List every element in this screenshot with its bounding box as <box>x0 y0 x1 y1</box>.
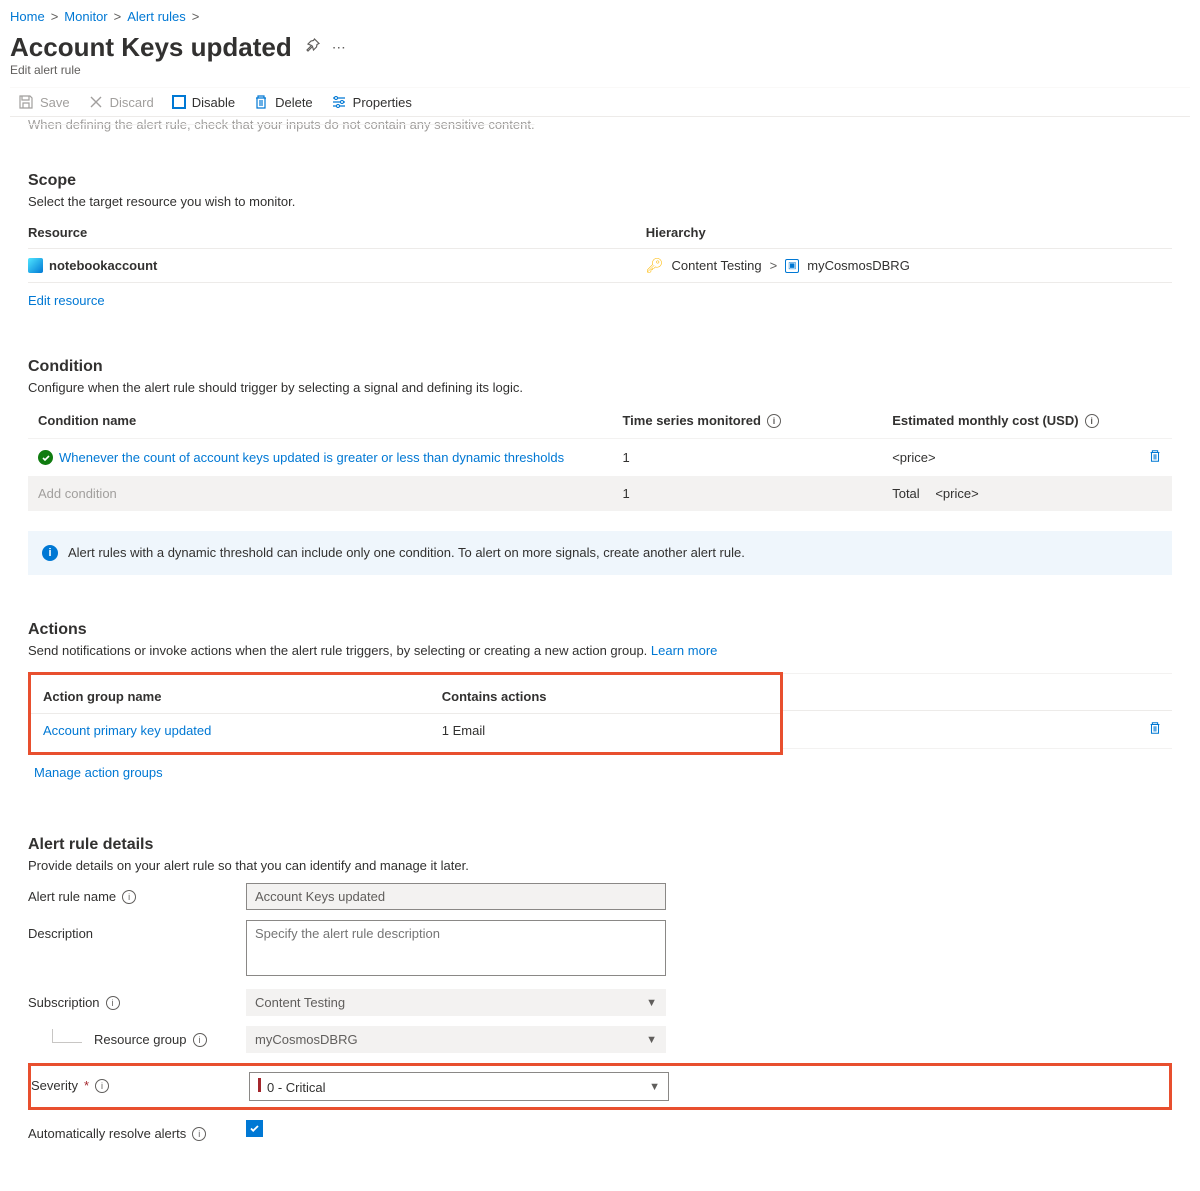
add-condition-disabled: Add condition <box>38 486 622 501</box>
col-action-group-name: Action group name <box>43 689 442 704</box>
tree-connector-icon <box>52 1029 82 1043</box>
page-title: Account Keys updated <box>10 32 292 63</box>
delete-button[interactable]: Delete <box>253 94 313 110</box>
manage-action-groups-link[interactable]: Manage action groups <box>34 765 163 780</box>
condition-total-label: Total <box>892 486 919 501</box>
info-icon[interactable]: i <box>95 1079 109 1093</box>
condition-desc: Configure when the alert rule should tri… <box>28 380 1172 395</box>
resource-name: notebookaccount <box>49 258 157 273</box>
chevron-right-icon: > <box>114 9 122 24</box>
severity-label: Severity <box>31 1078 78 1093</box>
check-circle-icon <box>38 450 53 465</box>
required-indicator: * <box>84 1078 89 1093</box>
col-hierarchy: Hierarchy <box>646 217 1172 249</box>
chevron-right-icon: > <box>51 9 59 24</box>
description-label: Description <box>28 926 93 941</box>
info-icon[interactable]: i <box>122 890 136 904</box>
page-subtitle: Edit alert rule <box>10 63 1190 77</box>
scope-table: Resource Hierarchy notebookaccount 🔑︎ <box>28 217 1172 283</box>
chevron-down-icon: ▼ <box>649 1081 660 1093</box>
col-estimated-cost: Estimated monthly cost (USD) <box>892 413 1078 428</box>
truncated-info: When defining the alert rule, check that… <box>28 117 535 132</box>
details-heading: Alert rule details <box>28 836 1172 854</box>
condition-total-cost: <price> <box>935 486 978 501</box>
actions-desc: Send notifications or invoke actions whe… <box>28 643 1172 658</box>
actions-heading: Actions <box>28 621 1172 639</box>
info-icon[interactable]: i <box>106 996 120 1010</box>
learn-more-link[interactable]: Learn more <box>651 643 717 658</box>
disable-button[interactable]: Disable <box>172 95 235 110</box>
breadcrumb-home[interactable]: Home <box>10 9 45 24</box>
alert-rule-name-field <box>246 883 666 910</box>
severity-select[interactable]: 0 - Critical ▼ <box>249 1072 669 1101</box>
key-icon: 🔑︎ <box>646 257 664 274</box>
auto-resolve-label: Automatically resolve alerts <box>28 1126 186 1141</box>
trash-icon <box>253 94 269 110</box>
chevron-down-icon: ▼ <box>646 997 657 1009</box>
subscription-label: Subscription <box>28 995 100 1010</box>
subscription-select: Content Testing ▼ <box>246 989 666 1016</box>
resource-group-select: myCosmosDBRG ▼ <box>246 1026 666 1053</box>
save-icon <box>18 94 34 110</box>
sliders-icon <box>331 94 347 110</box>
info-icon[interactable]: i <box>1085 414 1099 428</box>
col-contains-actions: Contains actions <box>442 689 768 704</box>
delete-condition-button[interactable] <box>1148 451 1162 466</box>
condition-heading: Condition <box>28 358 1172 376</box>
chevron-down-icon: ▼ <box>646 1034 657 1046</box>
details-desc: Provide details on your alert rule so th… <box>28 858 1172 873</box>
alert-rule-name-label: Alert rule name <box>28 889 116 904</box>
close-icon <box>88 94 104 110</box>
info-icon[interactable]: i <box>193 1033 207 1047</box>
hierarchy-resource-group: myCosmosDBRG <box>807 258 910 273</box>
auto-resolve-checkbox[interactable] <box>246 1120 263 1137</box>
breadcrumb-alert-rules[interactable]: Alert rules <box>127 9 186 24</box>
col-resource: Resource <box>28 217 646 249</box>
action-group-link[interactable]: Account primary key updated <box>43 723 211 738</box>
square-icon <box>172 95 186 109</box>
severity-color-icon <box>258 1078 261 1092</box>
cosmos-db-icon <box>28 258 43 273</box>
info-banner: i Alert rules with a dynamic threshold c… <box>28 531 1172 575</box>
condition-cost-value: <price> <box>892 450 1139 465</box>
description-field[interactable] <box>246 920 666 976</box>
scope-desc: Select the target resource you wish to m… <box>28 194 1172 209</box>
chevron-right-icon: > <box>770 258 778 273</box>
condition-link[interactable]: Whenever the count of account keys updat… <box>59 450 564 465</box>
col-condition-name: Condition name <box>38 413 622 428</box>
condition-ts-value: 1 <box>622 450 892 465</box>
resource-group-icon: ▣ <box>785 259 799 273</box>
col-time-series: Time series monitored <box>622 413 760 428</box>
action-contains-value: 1 Email <box>442 723 768 738</box>
actions-highlighted-box: Action group name Contains actions Accou… <box>28 672 783 755</box>
hierarchy-subscription: Content Testing <box>672 258 762 273</box>
info-icon[interactable]: i <box>767 414 781 428</box>
breadcrumb-monitor[interactable]: Monitor <box>64 9 107 24</box>
properties-button[interactable]: Properties <box>331 94 412 110</box>
info-banner-text: Alert rules with a dynamic threshold can… <box>68 545 745 560</box>
resource-group-label: Resource group <box>94 1032 187 1047</box>
chevron-right-icon: > <box>192 9 200 24</box>
scope-heading: Scope <box>28 172 1172 190</box>
info-icon: i <box>42 545 58 561</box>
edit-resource-link[interactable]: Edit resource <box>28 293 105 308</box>
toolbar: Save Discard Disable Delete Properties <box>10 87 1190 117</box>
severity-highlighted-box: Severity * i 0 - Critical ▼ <box>28 1063 1172 1110</box>
save-button[interactable]: Save <box>18 94 70 110</box>
info-icon[interactable]: i <box>192 1127 206 1141</box>
condition-total-ts: 1 <box>622 486 892 501</box>
pin-icon[interactable] <box>304 38 320 57</box>
breadcrumb: Home > Monitor > Alert rules > <box>10 5 1190 28</box>
more-icon[interactable]: ⋯ <box>332 39 346 56</box>
discard-button[interactable]: Discard <box>88 94 154 110</box>
delete-action-group-button[interactable] <box>1148 721 1162 738</box>
condition-table: Condition name Time series monitored i E… <box>28 403 1172 511</box>
